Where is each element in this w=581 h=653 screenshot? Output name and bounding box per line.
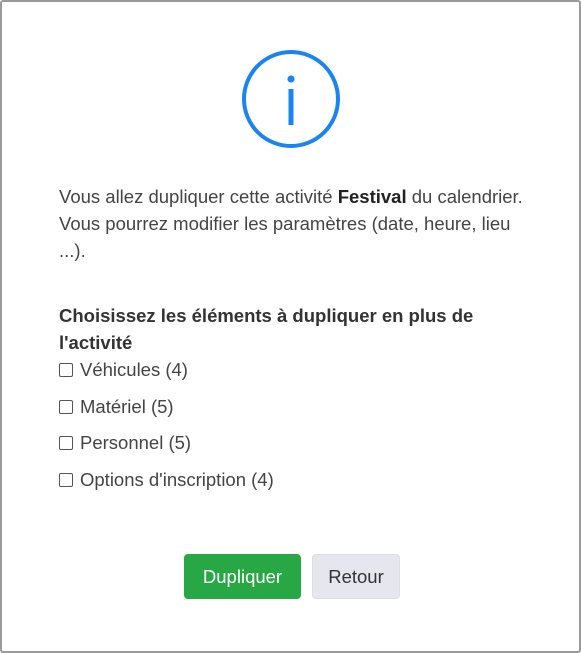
duplicate-button[interactable]: Dupliquer [184,554,301,599]
duplicate-message: Vous allez dupliquer cette activité Fest… [59,183,529,264]
option-options-inscription[interactable]: Options d'inscription (4) [59,467,274,493]
info-circle-icon [242,50,340,148]
option-label: Options d'inscription (4) [80,469,274,490]
duplicate-activity-dialog: Vous allez dupliquer cette activité Fest… [0,0,581,653]
section-title: Choisissez les éléments à dupliquer en p… [59,305,474,353]
option-materiel[interactable]: Matériel (5) [59,394,174,420]
option-vehicules[interactable]: Véhicules (4) [59,357,188,383]
activity-name: Festival [337,186,407,207]
materiel-checkbox[interactable] [59,400,73,414]
vehicules-checkbox[interactable] [59,363,73,377]
message-prefix: Vous allez dupliquer cette activité [59,186,338,207]
option-label: Véhicules (4) [80,359,188,380]
option-personnel[interactable]: Personnel (5) [59,430,191,456]
options-inscription-checkbox[interactable] [59,473,73,487]
option-label: Matériel (5) [80,396,174,417]
option-label: Personnel (5) [80,432,192,453]
back-button[interactable]: Retour [312,554,400,599]
personnel-checkbox[interactable] [59,436,73,450]
